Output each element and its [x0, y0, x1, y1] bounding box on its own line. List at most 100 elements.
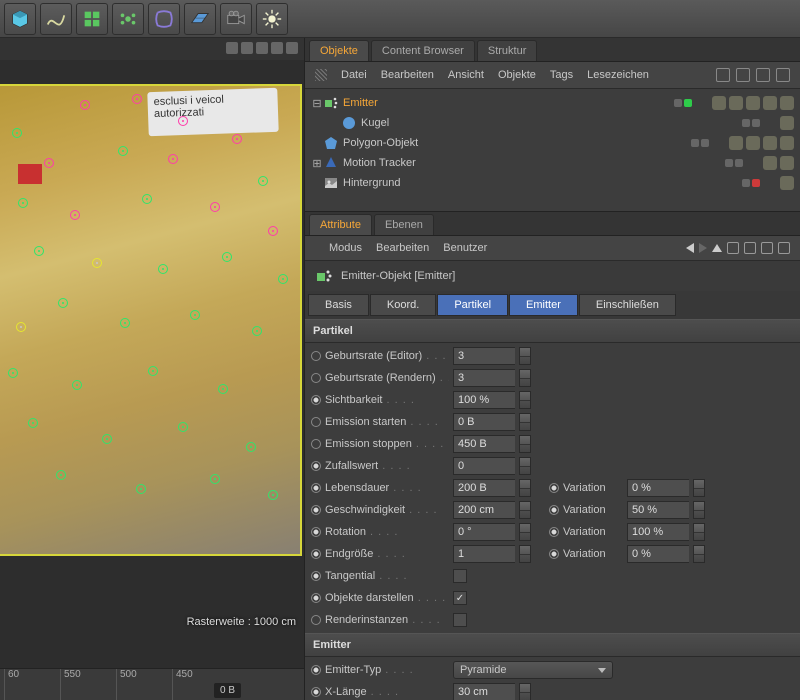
param-radio[interactable] [311, 505, 321, 515]
menu-datei[interactable]: Datei [341, 69, 367, 81]
tracker-point[interactable] [218, 384, 228, 394]
param-input[interactable]: 0 ° [453, 523, 515, 541]
spinner-icon[interactable] [519, 683, 531, 700]
mode-emitter[interactable]: Emitter [509, 294, 578, 316]
tab-content-browser[interactable]: Content Browser [371, 40, 475, 61]
tracker-point[interactable] [252, 326, 262, 336]
param-radio[interactable] [549, 505, 559, 515]
param-input[interactable]: 0 [453, 457, 515, 475]
popup-menu-icon[interactable] [778, 242, 790, 254]
menu-bearbeiten[interactable]: Bearbeiten [376, 242, 429, 254]
timeline[interactable]: 60550500450 0 B [0, 668, 304, 700]
mode-koord[interactable]: Koord. [370, 294, 436, 316]
tag-icons[interactable] [729, 136, 794, 150]
visibility-dots[interactable] [742, 179, 760, 187]
menu-benutzer[interactable]: Benutzer [443, 242, 487, 254]
expand-icon[interactable]: ⊟ [311, 97, 323, 110]
param-radio[interactable] [311, 483, 321, 493]
tracker-point[interactable] [232, 134, 242, 144]
variation-input[interactable]: 100 % [627, 523, 689, 541]
object-name[interactable]: Motion Tracker [343, 157, 463, 169]
tool-cube-icon[interactable] [4, 3, 36, 35]
tracker-point[interactable] [178, 422, 188, 432]
variation-input[interactable]: 0 % [627, 479, 689, 497]
vp-icon[interactable] [271, 42, 283, 54]
tracker-point[interactable] [158, 264, 168, 274]
tracker-point[interactable] [268, 490, 278, 500]
tracker-point[interactable] [12, 128, 22, 138]
param-radio[interactable] [311, 395, 321, 405]
tracker-point[interactable] [58, 298, 68, 308]
param-radio[interactable] [311, 439, 321, 449]
tag-icons[interactable] [780, 116, 794, 130]
mode-einschliessen[interactable]: Einschließen [579, 294, 676, 316]
param-radio[interactable] [311, 571, 321, 581]
visibility-dots[interactable] [725, 159, 743, 167]
tag-icons[interactable] [763, 156, 794, 170]
tracker-point[interactable] [210, 202, 220, 212]
tool-light-icon[interactable] [256, 3, 288, 35]
menu-lesezeichen[interactable]: Lesezeichen [587, 69, 649, 81]
param-radio[interactable] [311, 549, 321, 559]
tracker-point[interactable] [120, 318, 130, 328]
tracker-point[interactable] [56, 470, 66, 480]
tracker-point[interactable] [278, 274, 288, 284]
spinner-icon[interactable] [693, 523, 705, 541]
param-select[interactable]: Pyramide [453, 661, 613, 679]
param-radio[interactable] [311, 351, 321, 361]
tool-cloner-icon[interactable] [112, 3, 144, 35]
variation-input[interactable]: 0 % [627, 545, 689, 563]
param-radio[interactable] [311, 373, 321, 383]
spinner-icon[interactable] [519, 435, 531, 453]
mode-basis[interactable]: Basis [308, 294, 369, 316]
spinner-icon[interactable] [693, 479, 705, 497]
viewport-3d[interactable]: esclusi i veicol autorizzati Rasterweite… [0, 60, 304, 668]
mode-partikel[interactable]: Partikel [437, 294, 508, 316]
param-input[interactable]: 1 [453, 545, 515, 563]
expand-icon[interactable]: ⊞ [311, 157, 323, 170]
param-checkbox[interactable] [453, 591, 467, 605]
tree-row-kugel[interactable]: Kugel [307, 113, 798, 133]
tracker-point[interactable] [210, 474, 220, 484]
tracker-point[interactable] [34, 246, 44, 256]
spinner-icon[interactable] [519, 479, 531, 497]
spinner-icon[interactable] [519, 545, 531, 563]
spinner-icon[interactable] [693, 501, 705, 519]
menu-objekte[interactable]: Objekte [498, 69, 536, 81]
tool-array-icon[interactable] [76, 3, 108, 35]
param-radio[interactable] [311, 527, 321, 537]
tracker-point[interactable] [8, 368, 18, 378]
nav-fwd-icon[interactable] [699, 243, 707, 253]
tool-plane-icon[interactable] [184, 3, 216, 35]
param-checkbox[interactable] [453, 569, 467, 583]
tracker-point[interactable] [168, 154, 178, 164]
tracker-point[interactable] [44, 158, 54, 168]
tracker-point[interactable] [28, 418, 38, 428]
grip-icon[interactable] [315, 69, 327, 81]
spinner-icon[interactable] [519, 369, 531, 387]
param-radio[interactable] [311, 615, 321, 625]
param-radio[interactable] [311, 417, 321, 427]
param-radio[interactable] [311, 665, 321, 675]
spinner-icon[interactable] [519, 413, 531, 431]
expand-icon[interactable] [756, 68, 770, 82]
tree-row-hintergrund[interactable]: Hintergrund [307, 173, 798, 193]
param-input[interactable]: 450 B [453, 435, 515, 453]
spinner-icon[interactable] [519, 457, 531, 475]
param-radio[interactable] [311, 687, 321, 697]
tracker-point[interactable] [72, 380, 82, 390]
tag-icons[interactable] [712, 96, 794, 110]
nav-up-icon[interactable] [712, 244, 722, 252]
tracker-point[interactable] [16, 322, 26, 332]
object-tree[interactable]: ⊟EmitterKugelPolygon-Objekt⊞Motion Track… [305, 89, 800, 211]
tracker-point[interactable] [102, 434, 112, 444]
tree-row-motion-tracker[interactable]: ⊞ Motion Tracker [307, 153, 798, 173]
param-radio[interactable] [549, 549, 559, 559]
param-radio[interactable] [549, 483, 559, 493]
spinner-icon[interactable] [519, 347, 531, 365]
param-input[interactable]: 3 [453, 347, 515, 365]
eye-icon[interactable] [761, 242, 773, 254]
variation-input[interactable]: 50 % [627, 501, 689, 519]
object-name[interactable]: Kugel [361, 117, 481, 129]
tracker-point[interactable] [80, 100, 90, 110]
